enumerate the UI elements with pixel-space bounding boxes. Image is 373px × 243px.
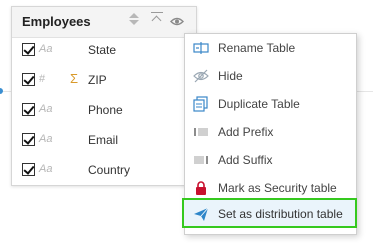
collapse-icon[interactable] — [151, 11, 163, 26]
suffix-icon — [193, 152, 209, 168]
menu-item-set-distribution-table[interactable]: Set as distribution table — [182, 198, 357, 228]
field-name: Email — [88, 133, 119, 147]
lock-icon — [193, 180, 209, 196]
menu-item-duplicate-table[interactable]: Duplicate Table — [185, 90, 356, 118]
text-type-icon: Aa — [39, 43, 53, 55]
text-type-icon: Aa — [39, 163, 53, 175]
field-list: Aa State # Σ ZIP Aa Phone Aa Email Aa Co… — [12, 37, 186, 185]
rename-icon — [193, 40, 209, 56]
table-header[interactable]: Employees — [12, 7, 196, 38]
hide-icon — [193, 68, 209, 84]
field-checkbox[interactable] — [22, 43, 35, 56]
menu-item-label: Set as distribution table — [218, 207, 343, 221]
field-row-state[interactable]: Aa State — [12, 37, 186, 65]
sigma-icon: Σ — [70, 71, 79, 86]
menu-item-label: Duplicate Table — [218, 97, 300, 111]
prefix-icon — [193, 124, 209, 140]
table-title: Employees — [22, 14, 91, 29]
field-name: Country — [88, 163, 131, 177]
menu-item-label: Hide — [218, 69, 243, 83]
field-checkbox[interactable] — [22, 103, 35, 116]
field-checkbox[interactable] — [22, 73, 35, 86]
duplicate-icon — [193, 96, 209, 112]
field-row-zip[interactable]: # Σ ZIP — [12, 65, 186, 95]
menu-item-hide[interactable]: Hide — [185, 62, 356, 90]
eye-icon[interactable] — [170, 15, 184, 26]
menu-item-label: Add Suffix — [218, 153, 273, 167]
text-type-icon: Aa — [39, 133, 53, 145]
connector-dot[interactable] — [0, 88, 3, 94]
number-type-icon: # — [39, 73, 46, 85]
field-checkbox[interactable] — [22, 163, 35, 176]
field-row-email[interactable]: Aa Email — [12, 125, 186, 155]
table-context-menu: Rename Table Hide Duplicate Table Add Pr… — [182, 33, 357, 235]
field-row-phone[interactable]: Aa Phone — [12, 95, 186, 125]
menu-item-add-suffix[interactable]: Add Suffix — [185, 146, 356, 174]
menu-item-label: Add Prefix — [218, 125, 274, 139]
menu-item-rename-table[interactable]: Rename Table — [185, 34, 356, 62]
field-checkbox[interactable] — [22, 133, 35, 146]
employees-table-card[interactable]: Employees Aa State # Σ ZIP Aa Phone Aa E… — [11, 6, 197, 186]
menu-item-label: Rename Table — [218, 41, 296, 55]
menu-item-label: Mark as Security table — [218, 181, 337, 195]
text-type-icon: Aa — [39, 103, 53, 115]
field-name: Phone — [88, 103, 123, 117]
field-name: State — [88, 43, 117, 57]
sort-icon[interactable] — [129, 13, 139, 25]
menu-item-add-prefix[interactable]: Add Prefix — [185, 118, 356, 146]
field-name: ZIP — [88, 73, 107, 87]
send-icon — [193, 206, 209, 222]
field-row-country[interactable]: Aa Country — [12, 155, 186, 185]
